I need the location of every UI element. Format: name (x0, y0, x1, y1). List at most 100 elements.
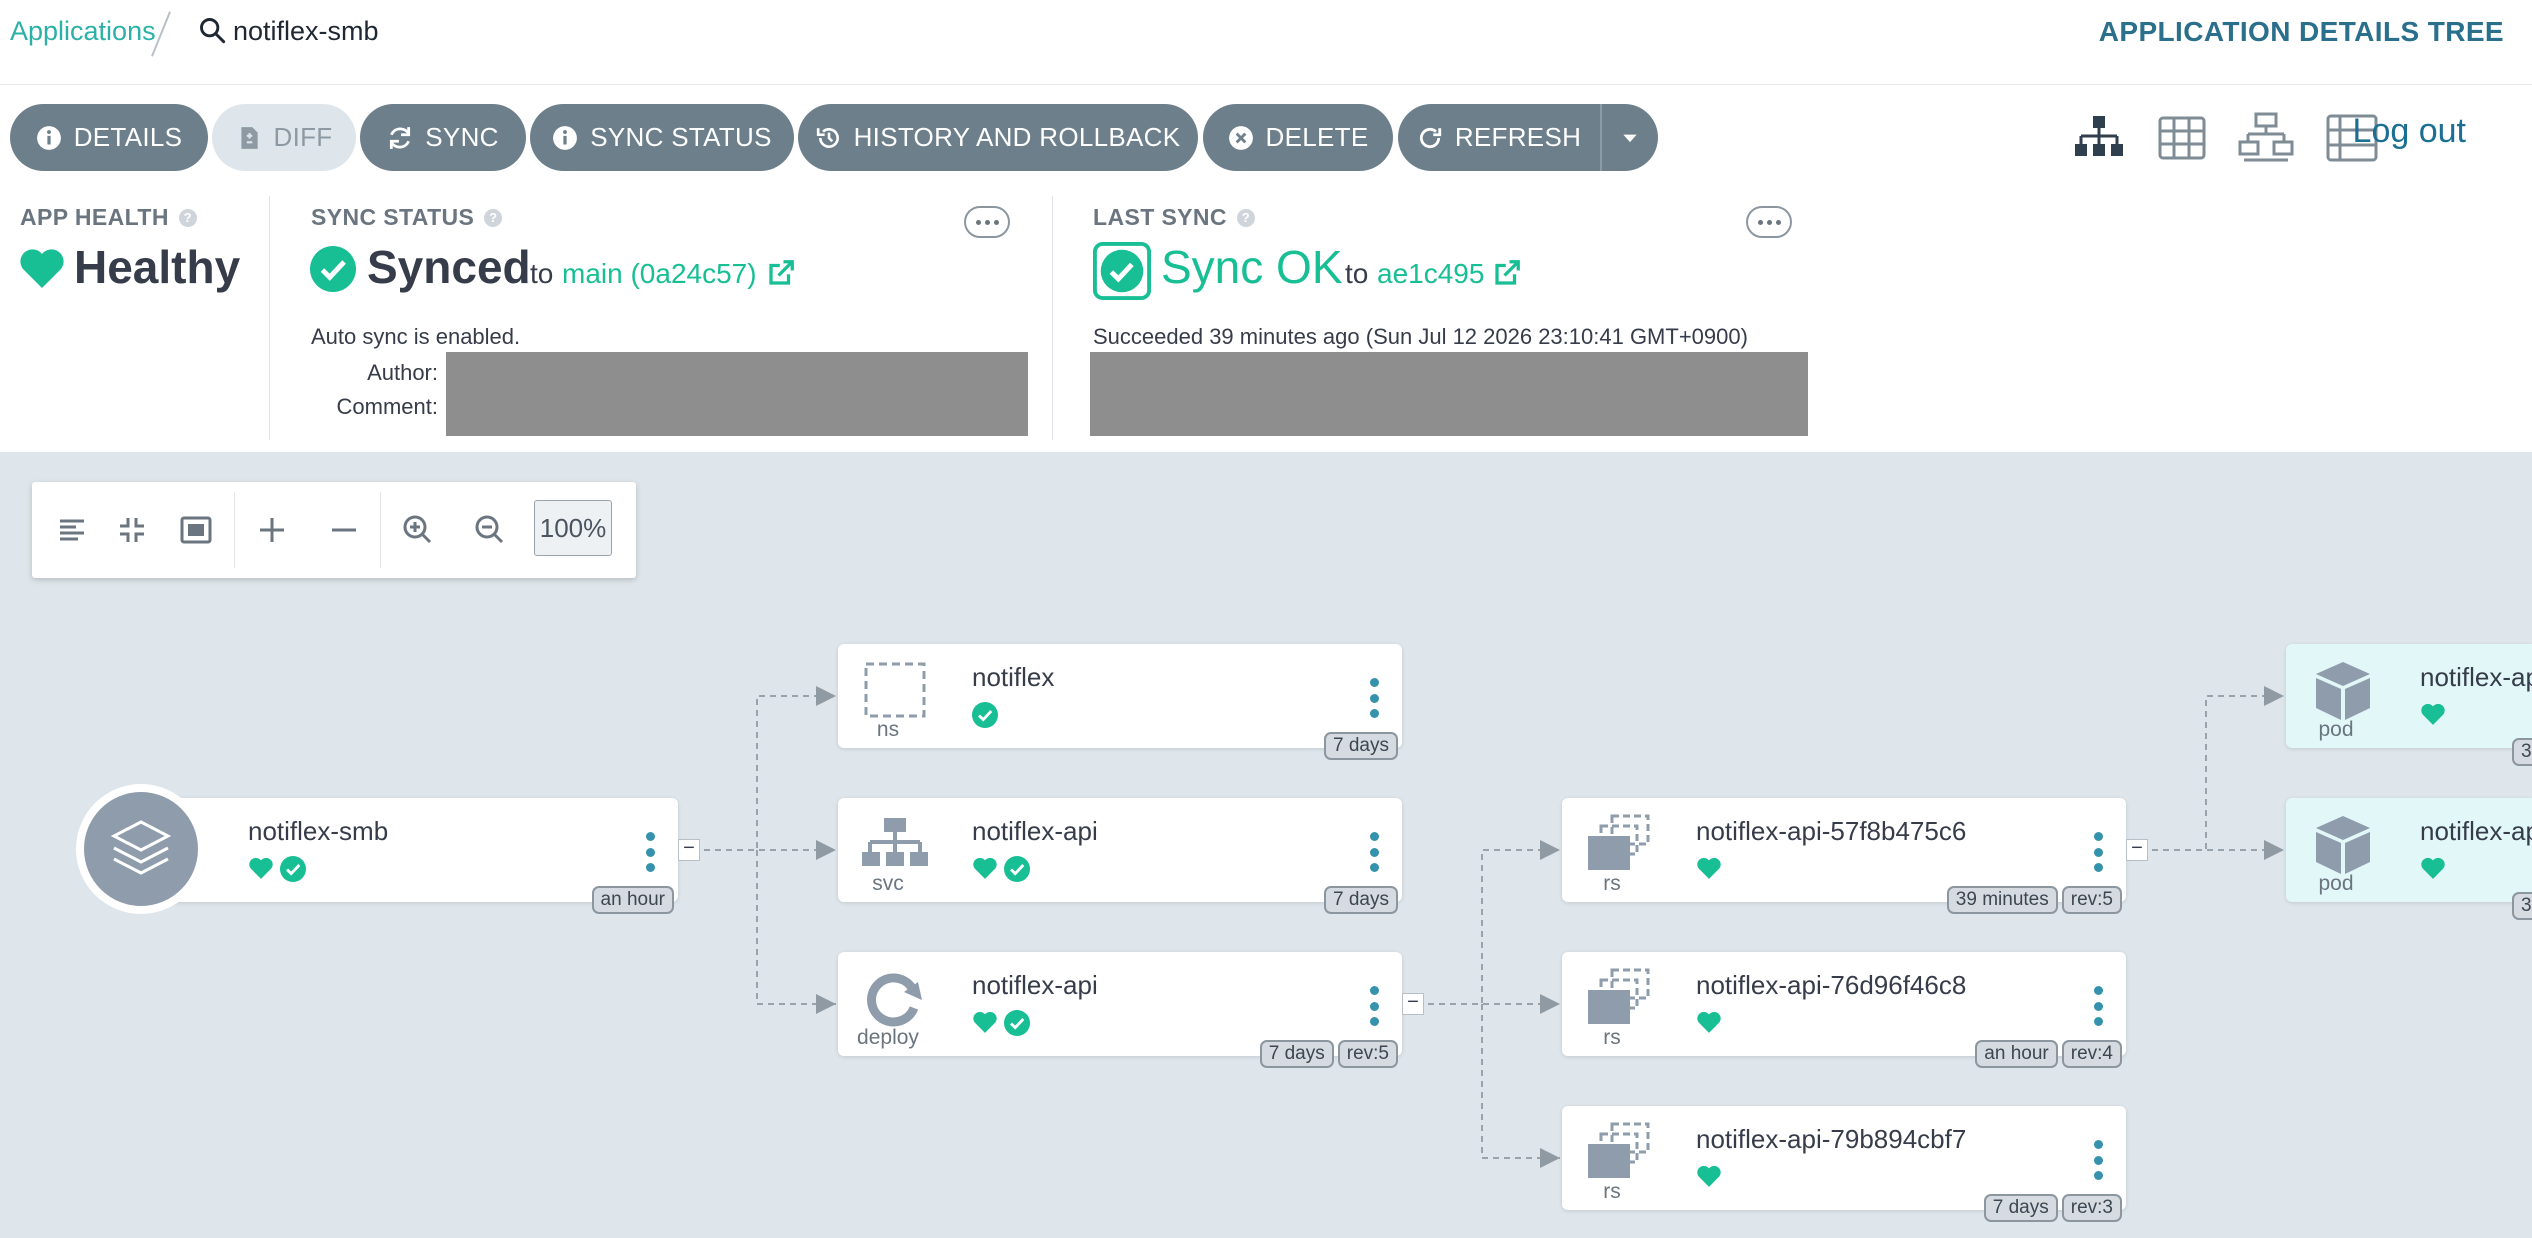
search-icon[interactable] (198, 16, 226, 44)
last-sync-revision-link[interactable]: ae1c495 (1377, 258, 1484, 290)
replicaset-icon (1588, 1122, 1650, 1178)
zoom-out-icon[interactable] (466, 506, 514, 554)
expand-all-icon[interactable] (248, 506, 296, 554)
rs-node[interactable]: rs notiflex-api-76d96f46c8 an hour rev:4 (1562, 952, 2126, 1068)
node-kind: pod (2318, 872, 2354, 895)
history-rollback-button[interactable]: HISTORY AND ROLLBACK (798, 104, 1198, 171)
align-left-icon[interactable] (48, 506, 96, 554)
node-status (2420, 702, 2446, 726)
deployment-icon (867, 973, 922, 1027)
node-name: notiflex-api-57f8b475c6 (1696, 816, 1967, 846)
last-sync-more-button[interactable] (1746, 206, 1792, 238)
rs-node[interactable]: rs notiflex-api-57f8b475c6 39 minutes re… (1562, 798, 2126, 914)
delete-button[interactable]: DELETE (1203, 104, 1393, 171)
heart-icon (1697, 1011, 1721, 1033)
last-sync-value: Sync OK (1161, 241, 1343, 293)
network-view-icon[interactable] (2238, 110, 2294, 166)
tree-view-icon[interactable] (2071, 110, 2127, 166)
compress-icon[interactable] (108, 506, 156, 554)
zoom-in-icon[interactable] (394, 506, 442, 554)
divider (380, 492, 381, 568)
sync-status-section-label: SYNC STATUS (311, 204, 475, 230)
help-icon[interactable]: ? (178, 208, 197, 227)
author-label: Author: (367, 360, 438, 385)
collapse-toggle[interactable]: − (1402, 992, 1424, 1015)
collapse-all-icon[interactable] (320, 506, 368, 554)
deploy-node[interactable]: deploy notiflex-api 7 days rev:5 (838, 952, 1402, 1068)
node-kind: ns (876, 718, 900, 741)
node-name: notiflex-api-79b894cbf7 (1696, 1124, 1967, 1154)
check-circle-icon (280, 856, 306, 882)
app-node[interactable]: notiflex-smb an hour (140, 798, 678, 914)
node-kind: rs (1603, 1026, 1621, 1049)
collapse-toggle[interactable]: − (678, 838, 700, 861)
node-kind: pod (2318, 718, 2354, 741)
refresh-icon (1419, 127, 1441, 148)
fit-to-screen-icon[interactable] (172, 506, 220, 554)
age-tag: an hour (1975, 1040, 2058, 1068)
node-status (972, 702, 998, 728)
auto-sync-text: Auto sync is enabled. (311, 324, 521, 349)
app-health-heading: APP HEALTH ? (20, 204, 197, 231)
node-menu-button[interactable] (2092, 986, 2104, 1026)
refresh-button[interactable]: REFRESH (1398, 104, 1600, 171)
revision-tag: rev:4 (2061, 1040, 2122, 1068)
pod-node[interactable]: pod notiflex-ap (2286, 644, 2532, 748)
external-link-icon[interactable] (766, 258, 796, 288)
grid-view-icon[interactable] (2154, 110, 2210, 166)
details-button[interactable]: DETAILS (10, 104, 208, 171)
revision-tag: rev:3 (2061, 1194, 2122, 1222)
sync-status-more-button[interactable] (964, 206, 1010, 238)
redacted-sync-info (1090, 352, 1808, 436)
help-icon[interactable]: ? (484, 208, 503, 227)
heart-icon (1697, 857, 1721, 879)
node-menu-button[interactable] (1368, 832, 1380, 872)
svc-node[interactable]: svc notiflex-api 7 days (838, 798, 1402, 914)
info-icon (553, 125, 578, 150)
refresh-dropdown-button[interactable] (1600, 104, 1658, 171)
age-tag: 7 days (1324, 886, 1398, 914)
node-name: notiflex-api (972, 816, 1098, 846)
diff-button[interactable]: DIFF (212, 104, 356, 171)
age-tag: an hour (591, 886, 674, 914)
external-link-icon[interactable] (1492, 258, 1522, 288)
node-kind: svc (872, 872, 904, 895)
logout-link[interactable]: Log out (2353, 112, 2466, 151)
last-sync-heading: LAST SYNC ? (1093, 204, 1255, 231)
collapse-toggle[interactable]: − (2126, 838, 2148, 861)
node-menu-button[interactable] (1368, 986, 1380, 1026)
heart-icon (2421, 703, 2445, 725)
details-label: DETAILS (73, 122, 183, 152)
heart-icon (20, 249, 64, 288)
caret-down-icon (1623, 134, 1637, 142)
ns-node[interactable]: ns notiflex 7 days (838, 644, 1402, 760)
sync-button[interactable]: SYNC (360, 104, 526, 171)
node-menu-button[interactable] (644, 832, 656, 872)
node-status (972, 856, 1030, 882)
node-kind: rs (1603, 1180, 1621, 1203)
pod-node[interactable]: pod notiflex-ap (2286, 798, 2532, 902)
sync-status-button[interactable]: SYNC STATUS (530, 104, 794, 171)
check-circle-icon (1004, 856, 1030, 882)
close-circle-icon (1228, 125, 1253, 150)
rs-node[interactable]: rs notiflex-api-79b894cbf7 7 days rev:3 (1562, 1106, 2126, 1222)
node-status (1696, 1164, 1722, 1188)
node-name: notiflex-ap (2420, 816, 2532, 846)
breadcrumb-app-name[interactable]: notiflex-smb (233, 16, 379, 47)
node-name: notiflex (972, 662, 1055, 692)
node-menu-button[interactable] (2092, 1140, 2104, 1180)
last-sync-succeeded-text: Succeeded 39 minutes ago (Sun Jul 12 202… (1093, 324, 1748, 349)
breadcrumb-applications-link[interactable]: Applications (10, 16, 156, 47)
node-menu-button[interactable] (1368, 678, 1380, 718)
node-kind: rs (1603, 872, 1621, 895)
sync-revision-link[interactable]: main (0a24c57) (562, 258, 757, 290)
sync-status-value: Synced (367, 241, 531, 293)
file-diff-icon (240, 126, 258, 149)
node-status (2420, 856, 2446, 880)
zoom-level[interactable]: 100% (534, 500, 612, 556)
node-menu-button[interactable] (2092, 832, 2104, 872)
age-tag: 7 days (1324, 732, 1398, 760)
help-icon[interactable]: ? (1236, 208, 1255, 227)
check-circle-icon (972, 702, 998, 728)
heart-icon (973, 857, 997, 879)
